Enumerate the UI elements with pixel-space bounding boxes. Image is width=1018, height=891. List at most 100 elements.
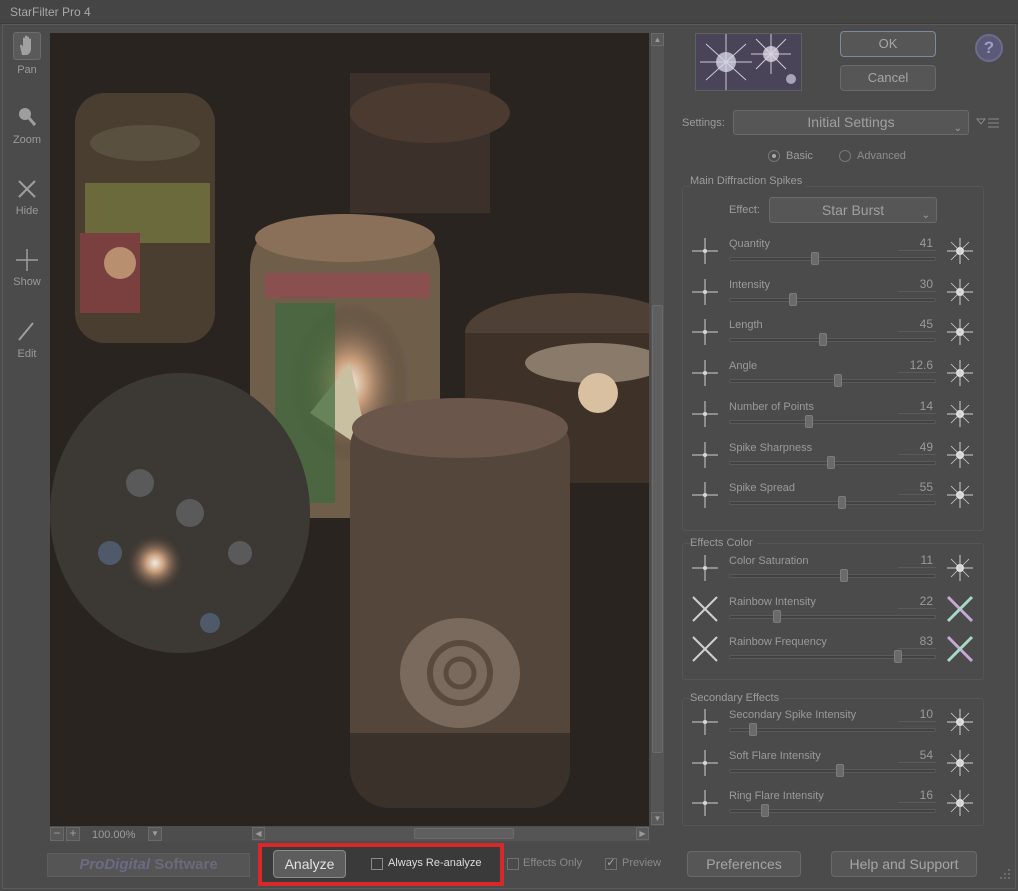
spike-sharpness-max-icon [947, 441, 973, 468]
color-saturation-slider-thumb[interactable] [840, 569, 849, 582]
settings-dropdown[interactable]: Initial Settings ⌄ [733, 110, 969, 135]
length-label: Length [729, 319, 763, 332]
cancel-button[interactable]: Cancel [840, 65, 936, 91]
length-value[interactable]: 45 [898, 317, 936, 333]
help-question-icon[interactable]: ? [975, 34, 1003, 62]
secondary-spike-intensity-slider-thumb[interactable] [748, 723, 757, 736]
rainbow-intensity-value[interactable]: 22 [898, 594, 936, 609]
effects-only-checkbox[interactable] [507, 858, 519, 870]
scroll-up-arrow-icon[interactable]: ▲ [651, 33, 664, 46]
preview-checkbox[interactable]: ✓ [605, 858, 617, 870]
length-slider-thumb[interactable] [818, 333, 827, 347]
intensity-slider-track[interactable] [729, 297, 936, 302]
secondary-spike-intensity-min-icon [692, 709, 718, 735]
help-and-support-button[interactable]: Help and Support [831, 851, 977, 877]
ring-flare-intensity-value[interactable]: 16 [898, 788, 936, 804]
basic-label: Basic [786, 150, 813, 162]
hide-tool[interactable]: Hide [8, 177, 46, 217]
zoom-in-button[interactable]: + [66, 827, 80, 841]
angle-max-icon [947, 360, 973, 387]
logo-text-2: Software [150, 856, 218, 873]
number-of-points-slider-track[interactable] [729, 419, 936, 424]
show-tool[interactable]: Show [8, 248, 46, 288]
preview-label: Preview [622, 857, 662, 869]
soft-flare-intensity-label: Soft Flare Intensity [729, 749, 821, 762]
secondary-spike-intensity-value[interactable]: 10 [898, 707, 936, 722]
x-cross-icon [18, 180, 36, 198]
quantity-min-icon [692, 238, 718, 264]
soft-flare-intensity-slider-track[interactable] [729, 768, 936, 773]
spike-spread-label: Spike Spread [729, 482, 796, 495]
secondary-spike-intensity-slider-track[interactable] [729, 728, 936, 732]
pan-tool[interactable]: Pan [8, 32, 46, 76]
always-reanalyze-checkbox[interactable] [371, 858, 383, 870]
vertical-scrollbar[interactable] [650, 33, 664, 826]
rainbow-intensity-slider-track[interactable] [729, 614, 936, 619]
color-saturation-slider-track[interactable] [729, 574, 936, 578]
ring-flare-intensity-label: Ring Flare Intensity [729, 790, 824, 803]
ring-flare-intensity-slider-thumb[interactable] [760, 804, 769, 818]
spike-spread-slider-thumb[interactable] [838, 496, 847, 510]
rainbow-frequency-slider-track[interactable] [729, 655, 936, 659]
pan-label: Pan [17, 64, 37, 76]
vertical-scroll-thumb[interactable] [652, 305, 663, 753]
edit-tool[interactable]: Edit [8, 320, 46, 360]
color-saturation-label: Color Saturation [729, 555, 809, 567]
zoom-menu-chevron-down-icon[interactable]: ▼ [148, 827, 162, 841]
angle-value[interactable]: 12.6 [898, 358, 936, 374]
spike-spread-value[interactable]: 55 [898, 480, 936, 496]
soft-flare-intensity-slider-thumb[interactable] [836, 763, 845, 777]
horizontal-scrollbar[interactable] [252, 827, 649, 841]
spike-spread-max-icon [947, 482, 973, 509]
ok-button[interactable]: OK [840, 31, 936, 57]
hide-label: Hide [15, 205, 39, 217]
rainbow-intensity-slider-thumb[interactable] [772, 609, 781, 623]
soft-flare-intensity-value[interactable]: 54 [898, 748, 936, 763]
basic-radio[interactable] [768, 150, 780, 162]
quantity-max-icon [947, 238, 973, 264]
rainbow-frequency-value[interactable]: 83 [898, 634, 936, 649]
settings-menu-icon[interactable] [976, 116, 1000, 130]
angle-label: Angle [729, 360, 758, 373]
number-of-points-label: Number of Points [729, 400, 814, 413]
effect-dropdown[interactable]: Star Burst ⌄ [769, 197, 937, 223]
preferences-button[interactable]: Preferences [687, 851, 801, 877]
title-bar: StarFilter Pro 4 [0, 0, 1018, 24]
soft-flare-intensity-min-icon [692, 749, 718, 776]
zoom-tool[interactable]: Zoom [8, 104, 46, 146]
zoom-level: 100.00% [92, 829, 136, 841]
window-title: StarFilter Pro 4 [10, 5, 91, 19]
color-saturation-value[interactable]: 11 [898, 553, 936, 568]
spike-sharpness-value[interactable]: 49 [898, 440, 936, 455]
effect-label: Effect: [729, 204, 760, 216]
intensity-slider-thumb[interactable] [788, 292, 797, 306]
rainbow-frequency-min-icon [692, 636, 718, 662]
quantity-slider-thumb[interactable] [810, 252, 819, 265]
number-of-points-value[interactable]: 14 [898, 399, 936, 414]
scroll-left-arrow-icon[interactable]: ◀ [252, 827, 265, 840]
resize-grip-icon[interactable] [995, 866, 1013, 884]
analyze-button[interactable]: Analyze [273, 850, 346, 878]
spike-spread-slider-track[interactable] [729, 501, 936, 506]
prodigital-logo: ProDigital Software [47, 853, 250, 877]
effects-only-label: Effects Only [523, 857, 583, 869]
quantity-slider-track[interactable] [729, 257, 936, 261]
angle-slider-thumb[interactable] [834, 374, 843, 388]
ring-flare-intensity-max-icon [947, 790, 973, 817]
number-of-points-slider-thumb[interactable] [804, 414, 813, 428]
advanced-radio[interactable] [839, 150, 851, 162]
intensity-value[interactable]: 30 [898, 277, 936, 292]
soft-flare-intensity-max-icon [947, 749, 973, 776]
color-saturation-min-icon [692, 555, 718, 581]
length-max-icon [947, 319, 973, 346]
spike-sharpness-slider-thumb[interactable] [826, 455, 835, 469]
quantity-value[interactable]: 41 [898, 236, 936, 251]
angle-slider-track[interactable] [729, 379, 936, 384]
zoom-out-button[interactable]: − [50, 827, 64, 841]
rainbow-frequency-slider-thumb[interactable] [894, 650, 903, 663]
scroll-right-arrow-icon[interactable]: ▶ [636, 827, 649, 840]
scroll-down-arrow-icon[interactable]: ▼ [651, 812, 664, 825]
horizontal-scroll-thumb[interactable] [414, 828, 514, 839]
image-preview[interactable] [50, 33, 649, 826]
length-slider-track[interactable] [729, 338, 936, 343]
